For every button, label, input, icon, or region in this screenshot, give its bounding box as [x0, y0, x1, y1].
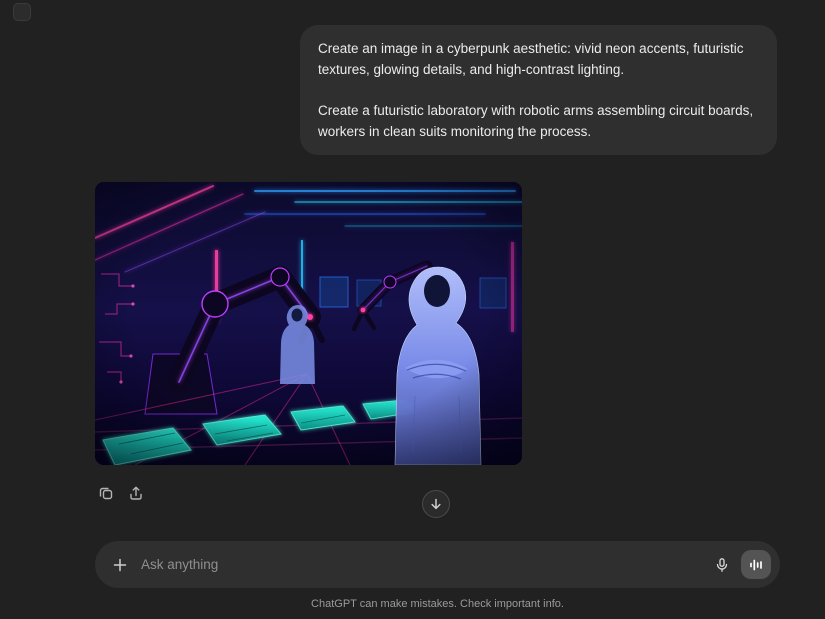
user-message-paragraph: Create a futuristic laboratory with robo… — [318, 100, 759, 142]
scroll-to-bottom-button[interactable] — [422, 490, 450, 518]
message-actions — [95, 482, 147, 504]
generated-image[interactable] — [95, 182, 522, 465]
app-menu-icon[interactable] — [13, 3, 31, 21]
waveform-icon — [748, 557, 764, 573]
cyberpunk-lab-scene-art — [95, 182, 522, 465]
voice-mode-button[interactable] — [741, 550, 771, 579]
user-message-paragraph: Create an image in a cyberpunk aesthetic… — [318, 38, 759, 80]
share-button[interactable] — [125, 482, 147, 504]
copy-icon — [98, 485, 114, 501]
attach-button[interactable] — [105, 550, 135, 580]
upload-icon — [128, 485, 144, 501]
user-message-bubble: Create an image in a cyberpunk aesthetic… — [300, 25, 777, 155]
plus-icon — [112, 557, 128, 573]
arrow-down-icon — [429, 497, 443, 511]
microphone-icon — [714, 557, 730, 573]
composer — [95, 541, 780, 588]
footer-disclaimer: ChatGPT can make mistakes. Check importa… — [95, 598, 780, 610]
copy-button[interactable] — [95, 482, 117, 504]
chat-window: Create an image in a cyberpunk aesthetic… — [0, 0, 825, 619]
message-input[interactable] — [135, 557, 707, 572]
mic-button[interactable] — [707, 550, 737, 580]
